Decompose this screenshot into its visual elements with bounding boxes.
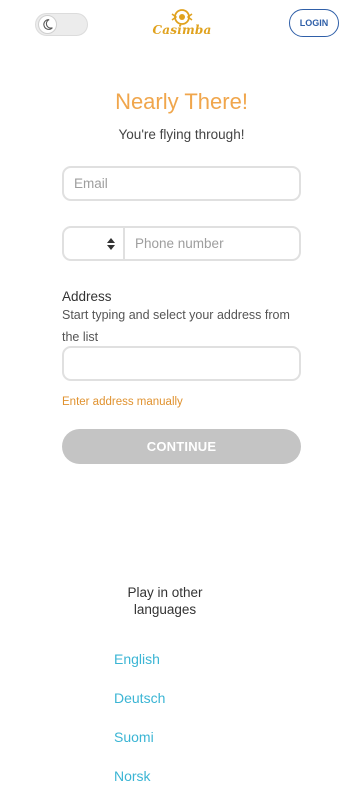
login-button[interactable]: LOGIN: [289, 9, 339, 37]
enter-address-manually-link[interactable]: Enter address manually: [62, 396, 183, 408]
address-help-text: Start typing and select your address fro…: [62, 308, 290, 344]
country-code-select[interactable]: [62, 226, 124, 261]
continue-button[interactable]: CONTINUE: [62, 429, 301, 464]
address-field-wrapper: [62, 346, 301, 381]
page-title: Nearly There!: [115, 89, 248, 114]
language-link-suomi[interactable]: Suomi: [114, 729, 154, 745]
language-link-english[interactable]: English: [114, 651, 160, 667]
address-field[interactable]: [64, 348, 299, 379]
registration-page: Casimba LOGIN Nearly There! You're flyin…: [0, 0, 363, 785]
sort-arrows-icon: [107, 237, 115, 250]
language-link-norsk[interactable]: Norsk: [114, 768, 151, 784]
moon-icon: [38, 15, 57, 34]
language-link-deutsch[interactable]: Deutsch: [114, 690, 165, 706]
email-field[interactable]: [64, 168, 299, 199]
phone-number-field[interactable]: [125, 228, 299, 259]
address-label: Address: [62, 289, 112, 304]
casimba-logo[interactable]: Casimba: [150, 8, 214, 40]
email-field-wrapper: [62, 166, 301, 201]
theme-toggle[interactable]: [35, 13, 88, 36]
page-subtitle: You're flying through!: [118, 127, 245, 142]
phone-row: [62, 226, 301, 261]
logo-text: Casimba: [152, 23, 212, 37]
phone-field-wrapper: [124, 226, 301, 261]
languages-heading: Play in other languages: [127, 585, 203, 617]
